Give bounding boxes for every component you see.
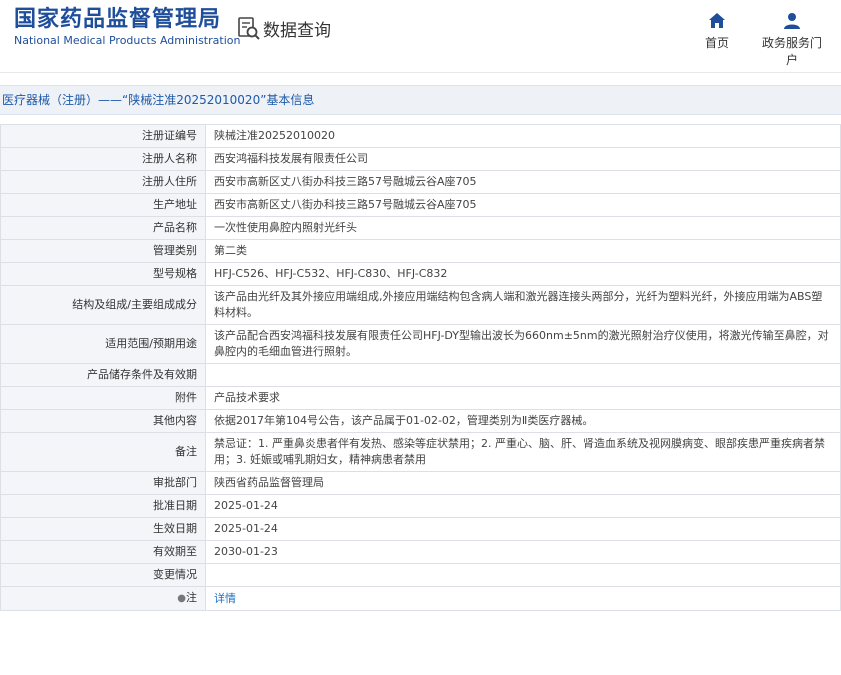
row-label: 产品储存条件及有效期 — [0, 363, 206, 387]
table-row: 审批部门 陕西省药品监督管理局 — [0, 471, 841, 495]
row-label: 附件 — [0, 386, 206, 410]
note-label: 注 — [186, 591, 197, 604]
row-label: 其他内容 — [0, 409, 206, 433]
row-label: 管理类别 — [0, 239, 206, 263]
device-info-table: 注册证编号 陕械注准20252010020 注册人名称 西安鸿福科技发展有限责任… — [0, 124, 841, 611]
row-label: 注册人住所 — [0, 170, 206, 194]
table-row: 批准日期 2025-01-24 — [0, 494, 841, 518]
logo-english-name: National Medical Products Administration — [14, 34, 241, 47]
row-value: 西安市高新区丈八街办科技三路57号融城云谷A座705 — [205, 193, 841, 217]
row-value: 西安市高新区丈八街办科技三路57号融城云谷A座705 — [205, 170, 841, 194]
table-row: 其他内容 依据2017年第104号公告，该产品属于01-02-02，管理类别为Ⅱ… — [0, 409, 841, 433]
table-row: 变更情况 — [0, 563, 841, 587]
table-row: 注册人住所 西安市高新区丈八街办科技三路57号融城云谷A座705 — [0, 170, 841, 194]
nmpa-logo[interactable]: 国家药品监督管理局 National Medical Products Admi… — [14, 6, 240, 48]
table-row: 结构及组成/主要组成成分 该产品由光纤及其外接应用端组成,外接应用端结构包含病人… — [0, 285, 841, 325]
pin-icon: ● — [177, 593, 186, 604]
table-row: 产品储存条件及有效期 — [0, 363, 841, 387]
row-label: 注册证编号 — [0, 124, 206, 148]
table-row: 生产地址 西安市高新区丈八街办科技三路57号融城云谷A座705 — [0, 193, 841, 217]
home-icon — [709, 13, 725, 28]
row-value: 2025-01-24 — [205, 517, 841, 541]
table-row: 适用范围/预期用途 该产品配合西安鸿福科技发展有限责任公司HFJ-DY型输出波长… — [0, 324, 841, 364]
table-row-note: ●注 详情 — [0, 586, 841, 611]
table-row: 生效日期 2025-01-24 — [0, 517, 841, 541]
row-value: 2025-01-24 — [205, 494, 841, 518]
row-value: 2030-01-23 — [205, 540, 841, 564]
header-divider — [0, 72, 841, 73]
data-query-label: 数据查询 — [263, 21, 331, 41]
site-header: 国家药品监督管理局 National Medical Products Admi… — [0, 0, 841, 68]
table-row: 附件 产品技术要求 — [0, 386, 841, 410]
logo-chinese-name: 国家药品监督管理局 — [14, 7, 222, 32]
row-value: 陕械注准20252010020 — [205, 124, 841, 148]
data-query-title: 数据查询 — [238, 16, 331, 41]
row-label: 注册人名称 — [0, 147, 206, 171]
note-value-cell: 详情 — [205, 586, 841, 611]
row-value — [205, 563, 841, 587]
row-value: 产品技术要求 — [205, 386, 841, 410]
nav-portal-label: 政务服务门户 — [761, 36, 822, 67]
row-value: HFJ-C526、HFJ-C532、HFJ-C830、HFJ-C832 — [205, 262, 841, 286]
row-value: 禁忌证：1. 严重鼻炎患者伴有发热、感染等症状禁用；2. 严重心、脑、肝、肾造血… — [205, 432, 841, 472]
row-label: 生产地址 — [0, 193, 206, 217]
row-label: 型号规格 — [0, 262, 206, 286]
row-value — [205, 363, 841, 387]
nav-home-label: 首页 — [704, 36, 729, 50]
nav-home[interactable]: 首页 — [704, 12, 730, 51]
row-value: 第二类 — [205, 239, 841, 263]
row-label: 批准日期 — [0, 494, 206, 518]
table-row: 型号规格 HFJ-C526、HFJ-C532、HFJ-C830、HFJ-C832 — [0, 262, 841, 286]
document-search-icon — [238, 16, 260, 40]
table-row: 备注 禁忌证：1. 严重鼻炎患者伴有发热、感染等症状禁用；2. 严重心、脑、肝、… — [0, 432, 841, 472]
table-row: 有效期至 2030-01-23 — [0, 540, 841, 564]
note-label-cell: ●注 — [0, 586, 206, 611]
row-value: 依据2017年第104号公告，该产品属于01-02-02，管理类别为Ⅱ类医疗器械… — [205, 409, 841, 433]
user-icon — [784, 13, 800, 29]
row-label: 有效期至 — [0, 540, 206, 564]
table-row: 注册证编号 陕械注准20252010020 — [0, 124, 841, 148]
nav-service-portal[interactable]: 政务服务门户 — [760, 12, 824, 68]
row-label: 备注 — [0, 432, 206, 472]
row-label: 变更情况 — [0, 563, 206, 587]
row-value: 西安鸿福科技发展有限责任公司 — [205, 147, 841, 171]
row-value: 陕西省药品监督管理局 — [205, 471, 841, 495]
table-row: 注册人名称 西安鸿福科技发展有限责任公司 — [0, 147, 841, 171]
row-value: 该产品由光纤及其外接应用端组成,外接应用端结构包含病人端和激光器连接头两部分，光… — [205, 285, 841, 325]
row-label: 审批部门 — [0, 471, 206, 495]
record-title: 医疗器械（注册）——“陕械注准20252010020”基本信息 — [0, 85, 841, 115]
row-value: 该产品配合西安鸿福科技发展有限责任公司HFJ-DY型输出波长为660nm±5nm… — [205, 324, 841, 364]
row-value: 一次性使用鼻腔内照射光纤头 — [205, 216, 841, 240]
details-link[interactable]: 详情 — [214, 592, 236, 605]
row-label: 结构及组成/主要组成成分 — [0, 285, 206, 325]
row-label: 生效日期 — [0, 517, 206, 541]
table-row: 产品名称 一次性使用鼻腔内照射光纤头 — [0, 216, 841, 240]
row-label: 产品名称 — [0, 216, 206, 240]
table-row: 管理类别 第二类 — [0, 239, 841, 263]
row-label: 适用范围/预期用途 — [0, 324, 206, 364]
